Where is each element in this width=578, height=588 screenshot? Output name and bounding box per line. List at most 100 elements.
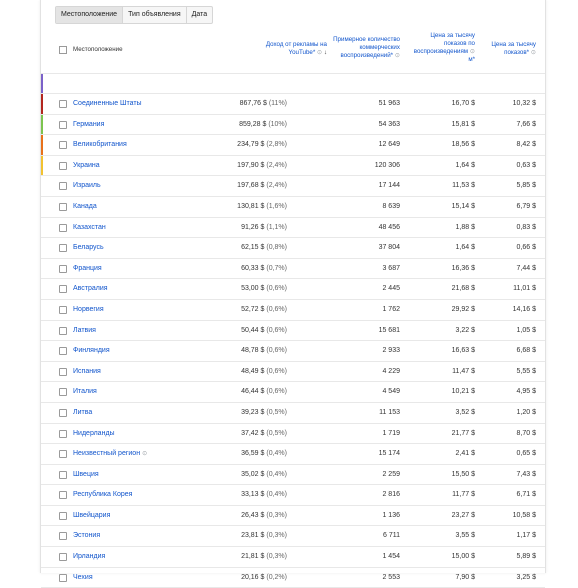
location-link[interactable]: Республика Корея bbox=[73, 491, 132, 498]
table-row[interactable]: Австралия 53,00 $ (0,6%) 2 445 21,68 $ 11,01… bbox=[41, 278, 545, 299]
table-row[interactable]: Италия 46,44 $ (0,6%) 4 549 10,21 $ 4,95 $ bbox=[41, 381, 545, 402]
row-checkbox[interactable] bbox=[59, 470, 67, 479]
table-row[interactable]: Литва 39,23 $ (0,5%) 11 153 3,52 $ 1,20 $ bbox=[41, 401, 545, 423]
table-row[interactable]: Финляндия 48,78 $ (0,6%) 2 933 16,63 $ 6,68 … bbox=[41, 340, 545, 361]
table-row[interactable]: Норвегия 52,72 $ (0,6%) 1 762 29,92 $ 14,16 … bbox=[41, 298, 545, 320]
location-link[interactable]: Канада bbox=[73, 203, 97, 210]
location-link[interactable]: Швейцария bbox=[73, 512, 110, 519]
row-checkbox[interactable] bbox=[59, 573, 67, 582]
table-row[interactable]: Германия 859,28 $ (10%) 54 363 15,81 $ 7,66 … bbox=[41, 113, 545, 135]
location-link[interactable]: Финляндия bbox=[73, 347, 110, 354]
location-link[interactable]: Украина bbox=[73, 162, 100, 169]
location-link[interactable]: Швеция bbox=[73, 471, 99, 478]
location-link[interactable]: Неизвестный регион ⊙ bbox=[73, 450, 147, 457]
location-link[interactable]: Эстония bbox=[73, 532, 100, 539]
location-link[interactable]: Италия bbox=[73, 388, 97, 395]
location-link[interactable]: Испания bbox=[73, 368, 101, 375]
tab-date[interactable]: Дата bbox=[187, 7, 213, 23]
impr-header-line2: коммерческих bbox=[359, 44, 401, 51]
impr-header-line3: воспроизведений* bbox=[340, 52, 394, 59]
table-row[interactable]: Франция 60,33 $ (0,7%) 3 687 16,36 $ 7,44 $ bbox=[41, 257, 545, 279]
row-checkbox[interactable] bbox=[59, 202, 67, 211]
location-link[interactable]: Казахстан bbox=[73, 224, 106, 231]
table-row[interactable]: Чехия 20,16 $ (0,2%) 2 553 7,90 $ 3,25 $ bbox=[41, 566, 545, 588]
location-link[interactable]: Франция bbox=[73, 265, 102, 272]
select-all-checkbox[interactable] bbox=[59, 46, 67, 54]
row-checkbox[interactable] bbox=[59, 223, 67, 232]
table-row[interactable]: Канада 130,81 $ (1,6%) 8 639 15,14 $ 6,79 $ bbox=[41, 195, 545, 217]
table-row[interactable]: Украина 197,90 $ (2,4%) 120 306 1,64 $ 0,63 … bbox=[41, 154, 545, 176]
row-checkbox[interactable] bbox=[59, 161, 67, 170]
cpm-playback-cell: 15,00 $ bbox=[451, 553, 475, 561]
row-checkbox[interactable] bbox=[59, 285, 67, 294]
row-checkbox[interactable] bbox=[59, 491, 67, 500]
help-icon[interactable]: ⊙ bbox=[142, 451, 147, 457]
row-checkbox[interactable] bbox=[59, 388, 67, 397]
table-row[interactable]: Латвия 50,44 $ (0,6%) 15 681 3,22 $ 1,05 $ bbox=[41, 319, 545, 341]
table-row[interactable]: Швейцария 26,43 $ (0,3%) 1 136 23,27 $ 10,58… bbox=[41, 504, 545, 526]
table-row[interactable]: Нидерланды 37,42 $ (0,5%) 1 719 21,77 $ 8,70… bbox=[41, 422, 545, 444]
row-checkbox[interactable] bbox=[59, 264, 67, 273]
location-link[interactable]: Литва bbox=[73, 409, 92, 416]
row-checkbox[interactable] bbox=[59, 367, 67, 376]
location-link[interactable]: Беларусь bbox=[73, 244, 104, 251]
column-header-impressions[interactable]: Примерное количество коммерческих воспро… bbox=[280, 36, 400, 60]
location-link[interactable]: Нидерланды bbox=[73, 430, 115, 437]
row-checkbox[interactable] bbox=[59, 141, 67, 150]
location-link[interactable]: Австралия bbox=[73, 285, 108, 292]
row-checkbox[interactable] bbox=[59, 511, 67, 520]
location-name: Швейцария bbox=[73, 511, 111, 519]
row-checkbox[interactable] bbox=[59, 305, 67, 314]
revenue-value: 130,81 $ bbox=[237, 202, 265, 210]
table-row[interactable]: Ирландия 21,81 $ (0,3%) 1 454 15,00 $ 5,89 $ bbox=[41, 546, 545, 567]
revenue-percent: (0,6%) bbox=[266, 285, 287, 293]
column-header-cpm[interactable]: Цена за тысячу показов* ⊙ bbox=[466, 41, 536, 57]
location-name: Чехия bbox=[73, 573, 93, 581]
row-checkbox[interactable] bbox=[59, 244, 67, 253]
location-link[interactable]: Ирландия bbox=[73, 553, 105, 560]
table-row[interactable]: Великобритания 234,79 $ (2,8%) 12 649 18,56… bbox=[41, 134, 545, 155]
table-row[interactable]: Соединенные Штаты 867,76 $ (11%) 51 963 16,… bbox=[41, 93, 545, 114]
row-checkbox[interactable] bbox=[59, 450, 67, 459]
plays-cell: 51 963 bbox=[378, 100, 400, 107]
location-link[interactable]: Соединенные Штаты bbox=[73, 100, 142, 107]
row-checkbox[interactable] bbox=[59, 429, 67, 438]
table-row[interactable]: Республика Корея 33,13 $ (0,4%) 2 816 11,77… bbox=[41, 484, 545, 505]
row-checkbox[interactable] bbox=[59, 408, 67, 417]
cpm-playback-cell: 18,56 $ bbox=[451, 141, 475, 149]
tab-location[interactable]: Местоположение bbox=[56, 7, 124, 23]
row-checkbox[interactable] bbox=[59, 182, 67, 191]
row-checkbox[interactable] bbox=[59, 532, 67, 541]
row-checkbox[interactable] bbox=[59, 100, 67, 108]
revenue-percent: (0,6%) bbox=[266, 305, 287, 313]
table-row[interactable]: Израиль 197,68 $ (2,4%) 17 144 11,53 $ 5,85 … bbox=[41, 175, 545, 196]
revenue-percent: (0,5%) bbox=[266, 429, 287, 437]
row-color-stripe bbox=[41, 155, 43, 176]
location-link[interactable]: Чехия bbox=[73, 574, 93, 581]
row-checkbox[interactable] bbox=[59, 120, 67, 129]
column-header-cpm-playback[interactable]: Цена за тысячу показов по воспроизведени… bbox=[395, 32, 475, 64]
help-icon[interactable]: ⊙ bbox=[531, 49, 536, 56]
row-checkbox[interactable] bbox=[59, 326, 67, 335]
table-row[interactable]: Неизвестный регион ⊙ 36,59 $ (0,4%) 15 174 2… bbox=[41, 443, 545, 464]
location-name: Канада bbox=[73, 202, 97, 210]
location-link[interactable]: Израиль bbox=[73, 182, 101, 189]
table-row[interactable]: Испания 48,49 $ (0,6%) 4 229 11,47 $ 5,55 $ bbox=[41, 360, 545, 382]
plays-cell: 17 144 bbox=[378, 182, 400, 190]
location-link[interactable]: Норвегия bbox=[73, 306, 104, 313]
revenue-percent: (2,4%) bbox=[266, 182, 287, 190]
location-link[interactable]: Латвия bbox=[73, 327, 96, 334]
row-checkbox[interactable] bbox=[59, 553, 67, 562]
revenue-cell: 39,23 $ (0,5%) bbox=[241, 409, 287, 416]
table-row[interactable]: Эстония 23,81 $ (0,3%) 6 711 3,55 $ 1,17 $ bbox=[41, 525, 545, 546]
location-link[interactable]: Германия bbox=[73, 121, 104, 128]
plays-cell: 15 174 bbox=[378, 450, 400, 458]
row-checkbox[interactable] bbox=[59, 347, 67, 356]
cpm-header-line4: м* bbox=[468, 56, 475, 63]
table-row[interactable]: Беларусь 62,15 $ (0,8%) 37 804 1,64 $ 0,66 $ bbox=[41, 237, 545, 258]
cpm-cell: 5,85 $ bbox=[516, 182, 536, 190]
table-row[interactable]: Казахстан 91,26 $ (1,1%) 48 456 1,88 $ 0,83 … bbox=[41, 216, 545, 238]
location-link[interactable]: Великобритания bbox=[73, 141, 127, 148]
table-row[interactable]: Швеция 35,02 $ (0,4%) 2 259 15,50 $ 7,43 $ bbox=[41, 463, 545, 485]
tab-ad-type[interactable]: Тип объявления bbox=[123, 7, 187, 23]
